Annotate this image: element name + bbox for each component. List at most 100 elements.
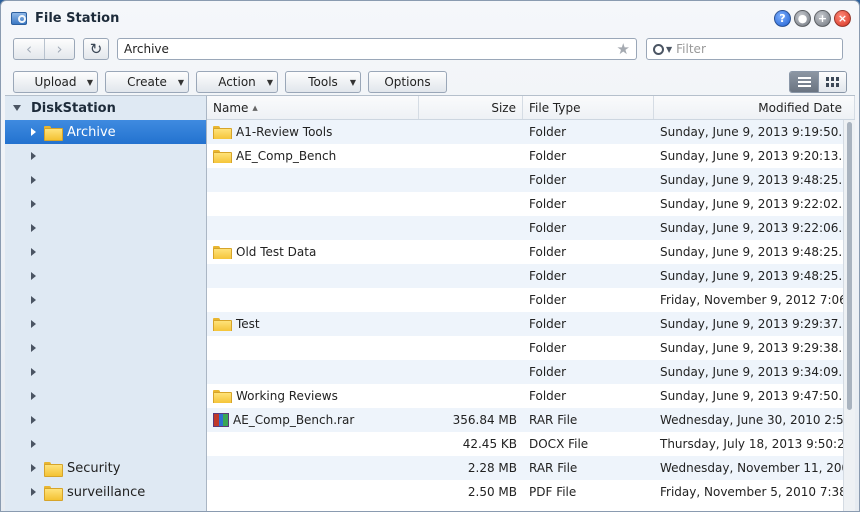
file-type: Folder: [529, 245, 567, 259]
filter-input[interactable]: [676, 42, 836, 56]
search-icon[interactable]: [653, 43, 664, 55]
options-button[interactable]: Options: [368, 71, 447, 93]
sidebar-item[interactable]: Security: [5, 456, 206, 480]
sidebar-item[interactable]: [5, 408, 206, 432]
column-header-name[interactable]: Name ▲: [207, 96, 419, 119]
file-type: RAR File: [529, 461, 578, 475]
create-button[interactable]: Create ▼: [105, 71, 189, 93]
tree-root[interactable]: DiskStation: [5, 96, 206, 120]
expand-arrow-icon[interactable]: [31, 416, 36, 424]
forward-button[interactable]: ›: [44, 39, 74, 59]
expand-arrow-icon[interactable]: [31, 488, 36, 496]
minimize-icon[interactable]: ●: [794, 9, 811, 27]
expand-arrow-icon[interactable]: [31, 272, 36, 280]
path-text: Archive: [124, 42, 169, 56]
sidebar-item[interactable]: [5, 384, 206, 408]
sidebar-item[interactable]: Archive: [5, 120, 206, 144]
table-row[interactable]: Folder Sunday, June 9, 2013 9:29:38...: [207, 336, 843, 360]
expand-arrow-icon[interactable]: [31, 128, 36, 136]
sidebar-item[interactable]: [5, 360, 206, 384]
sidebar-item[interactable]: [5, 432, 206, 456]
header-size-label: Size: [491, 100, 516, 115]
chevron-down-icon: ▼: [266, 77, 273, 87]
table-row[interactable]: 2.50 MB PDF File Friday, November 5, 2010 …: [207, 480, 843, 504]
column-header-date[interactable]: Modified Date: [654, 96, 855, 119]
file-station-icon: [11, 10, 29, 26]
action-button[interactable]: Action ▼: [196, 71, 278, 93]
sidebar-item[interactable]: [5, 192, 206, 216]
table-row[interactable]: 2.28 MB RAR File Wednesday, November 11, 2…: [207, 456, 843, 480]
table-row[interactable]: Folder Friday, November 9, 2012 7:06...: [207, 288, 843, 312]
cell-name: Old Test Data: [207, 245, 419, 259]
titlebar: File Station ? ● + ×: [1, 1, 859, 35]
table-row[interactable]: Folder Sunday, June 9, 2013 9:22:06...: [207, 216, 843, 240]
tools-button[interactable]: Tools ▼: [285, 71, 361, 93]
table-row[interactable]: A1-Review Tools Folder Sunday, June 9, 201…: [207, 120, 843, 144]
table-row[interactable]: Old Test Data Folder Sunday, June 9, 2013 …: [207, 240, 843, 264]
close-icon[interactable]: ×: [834, 9, 851, 27]
table-row[interactable]: Working Reviews Folder Sunday, June 9, 201…: [207, 384, 843, 408]
table-row[interactable]: Folder Sunday, June 9, 2013 9:48:25...: [207, 168, 843, 192]
table-row[interactable]: Folder Sunday, June 9, 2013 9:48:25...: [207, 264, 843, 288]
column-header-type[interactable]: File Type: [523, 96, 654, 119]
chevron-down-icon[interactable]: ▼: [666, 45, 672, 54]
expand-arrow-icon[interactable]: [31, 440, 36, 448]
file-list: Name ▲ Size File Type Modified Date A1-Re…: [207, 96, 855, 511]
sidebar-item[interactable]: [5, 288, 206, 312]
sidebar-item[interactable]: [5, 240, 206, 264]
sidebar-item[interactable]: [5, 336, 206, 360]
expand-arrow-icon[interactable]: [31, 320, 36, 328]
sidebar-item[interactable]: [5, 216, 206, 240]
refresh-button[interactable]: ↻: [83, 38, 109, 60]
table-row[interactable]: Folder Sunday, June 9, 2013 9:22:02...: [207, 192, 843, 216]
thumbnail-view-button[interactable]: [818, 72, 846, 92]
sidebar-item[interactable]: [5, 144, 206, 168]
tools-label: Tools: [308, 75, 338, 89]
upload-button[interactable]: Upload ▼: [13, 71, 98, 93]
chevron-down-icon: ▼: [177, 77, 184, 87]
cell-name: AE_Comp_Bench: [207, 149, 419, 163]
maximize-icon[interactable]: +: [814, 9, 831, 27]
table-row[interactable]: 42.45 KB DOCX File Thursday, July 18, 2013…: [207, 432, 843, 456]
help-icon[interactable]: ?: [774, 9, 791, 27]
sidebar-item[interactable]: [5, 264, 206, 288]
star-icon[interactable]: ★: [617, 40, 630, 58]
filter-box[interactable]: ▼: [646, 38, 843, 60]
file-size: 42.45 KB: [462, 437, 517, 451]
expand-arrow-icon[interactable]: [13, 105, 21, 111]
file-type: Folder: [529, 317, 567, 331]
expand-arrow-icon[interactable]: [31, 176, 36, 184]
file-type: Folder: [529, 293, 567, 307]
sidebar-item[interactable]: [5, 168, 206, 192]
back-button[interactable]: ‹: [14, 39, 44, 59]
modified-date: Sunday, June 9, 2013 9:19:50...: [660, 125, 843, 139]
vertical-scrollbar[interactable]: [843, 120, 855, 511]
path-field[interactable]: Archive ★: [117, 38, 637, 60]
sidebar-item[interactable]: surveillance: [5, 480, 206, 504]
scroll-thumb[interactable]: [847, 122, 852, 410]
table-row[interactable]: Test Folder Sunday, June 9, 2013 9:29:37..…: [207, 312, 843, 336]
expand-arrow-icon[interactable]: [31, 344, 36, 352]
header-date-label: Modified Date: [758, 100, 842, 115]
folder-icon: [213, 389, 232, 403]
sidebar-item[interactable]: [5, 312, 206, 336]
table-row[interactable]: Folder Sunday, June 9, 2013 9:34:09...: [207, 360, 843, 384]
expand-arrow-icon[interactable]: [31, 248, 36, 256]
cell-name: AE_Comp_Bench.rar: [207, 413, 419, 427]
expand-arrow-icon[interactable]: [31, 224, 36, 232]
list-icon: [797, 77, 811, 87]
expand-arrow-icon[interactable]: [31, 464, 36, 472]
table-row[interactable]: AE_Comp_Bench Folder Sunday, June 9, 2013 …: [207, 144, 843, 168]
expand-arrow-icon[interactable]: [31, 152, 36, 160]
expand-arrow-icon[interactable]: [31, 200, 36, 208]
file-type: Folder: [529, 149, 567, 163]
file-name: Test: [236, 317, 260, 331]
file-type: RAR File: [529, 413, 578, 427]
expand-arrow-icon[interactable]: [31, 392, 36, 400]
expand-arrow-icon[interactable]: [31, 296, 36, 304]
list-view-button[interactable]: [790, 72, 818, 92]
table-row[interactable]: AE_Comp_Bench.rar 356.84 MB RAR File Wednes…: [207, 408, 843, 432]
create-label: Create: [127, 75, 167, 89]
column-header-size[interactable]: Size: [419, 96, 523, 119]
expand-arrow-icon[interactable]: [31, 368, 36, 376]
